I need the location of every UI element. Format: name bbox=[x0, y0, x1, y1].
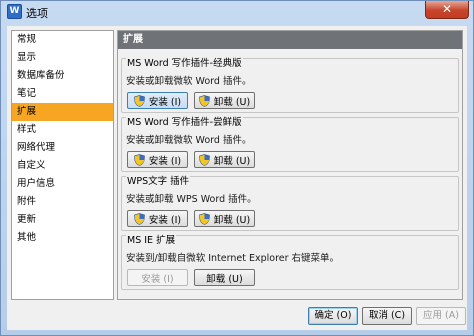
uac-shield-icon bbox=[198, 94, 210, 107]
install-label: 安装 (I) bbox=[148, 155, 182, 167]
group-description: 安装或卸载微软 Word 插件。 bbox=[126, 135, 252, 146]
sidebar-item-network-proxy[interactable]: 网络代理 bbox=[12, 139, 113, 157]
sidebar-item-user-info[interactable]: 用户信息 bbox=[12, 175, 113, 193]
sidebar-item-styles[interactable]: 样式 bbox=[12, 121, 113, 139]
install-button[interactable]: 安装 (I) bbox=[127, 92, 188, 109]
sidebar-item-attachments[interactable]: 附件 bbox=[12, 193, 113, 211]
sidebar-item-customize[interactable]: 自定义 bbox=[12, 157, 113, 175]
group-description: 安装到/卸载自微软 Internet Explorer 右键菜单。 bbox=[126, 253, 340, 264]
install-label: 安装 (I) bbox=[141, 273, 174, 285]
options-sidebar: 常规 显示 数据库备份 笔记 扩展 样式 网络代理 自定义 用户信息 附件 更新… bbox=[11, 30, 114, 300]
group-title: MS Word 写作插件-尝鲜版 bbox=[126, 117, 243, 128]
window-title: 选项 bbox=[26, 7, 48, 20]
group-title: MS IE 扩展 bbox=[126, 235, 177, 246]
group-ie: MS IE 扩展 安装到/卸载自微软 Internet Explorer 右键菜… bbox=[121, 235, 459, 290]
uninstall-button[interactable]: 卸载 (U) bbox=[194, 269, 255, 286]
group-word-preview: MS Word 写作插件-尝鲜版 安装或卸载微软 Word 插件。 安装 (I)… bbox=[121, 117, 459, 172]
sidebar-item-general[interactable]: 常规 bbox=[12, 31, 113, 49]
install-button[interactable]: 安装 (I) bbox=[127, 151, 188, 168]
app-icon: W bbox=[7, 4, 22, 19]
ok-button[interactable]: 确定 (O) bbox=[308, 307, 358, 325]
sidebar-item-extensions[interactable]: 扩展 bbox=[12, 103, 113, 121]
install-label: 安装 (I) bbox=[148, 96, 182, 108]
group-title: WPS文字 插件 bbox=[126, 176, 191, 187]
uac-shield-icon bbox=[198, 153, 210, 166]
sidebar-item-database-backup[interactable]: 数据库备份 bbox=[12, 67, 113, 85]
uac-shield-icon bbox=[134, 153, 145, 166]
group-word-classic: MS Word 写作插件-经典版 安装或卸载微软 Word 插件。 安装 (I)… bbox=[121, 58, 459, 113]
uninstall-label: 卸载 (U) bbox=[213, 96, 251, 108]
group-description: 安装或卸载微软 Word 插件。 bbox=[126, 76, 252, 87]
close-button[interactable]: ✕ bbox=[425, 1, 469, 19]
sidebar-item-other[interactable]: 其他 bbox=[12, 229, 113, 247]
uninstall-button[interactable]: 卸载 (U) bbox=[194, 92, 255, 109]
uninstall-label: 卸载 (U) bbox=[213, 155, 251, 167]
cancel-button[interactable]: 取消 (C) bbox=[362, 307, 412, 325]
install-button[interactable]: 安装 (I) bbox=[127, 210, 188, 227]
group-wps: WPS文字 插件 安装或卸载 WPS Word 插件。 安装 (I) 卸载 (U… bbox=[121, 176, 459, 231]
uac-shield-icon bbox=[198, 212, 210, 225]
group-description: 安装或卸载 WPS Word 插件。 bbox=[126, 194, 257, 205]
uninstall-button[interactable]: 卸载 (U) bbox=[194, 151, 255, 168]
apply-button[interactable]: 应用 (A) bbox=[416, 307, 466, 325]
uac-shield-icon bbox=[134, 94, 145, 107]
title-bar[interactable]: W 选项 ✕ bbox=[1, 1, 473, 23]
group-title: MS Word 写作插件-经典版 bbox=[126, 58, 243, 69]
extensions-panel: 扩展 MS Word 写作插件-经典版 安装或卸载微软 Word 插件。 安装 … bbox=[117, 30, 463, 300]
sidebar-item-display[interactable]: 显示 bbox=[12, 49, 113, 67]
options-dialog: W 选项 ✕ 常规 显示 数据库备份 笔记 扩展 样式 网络代理 自定义 用户信… bbox=[0, 0, 474, 336]
uac-shield-icon bbox=[134, 212, 145, 225]
dialog-body: 常规 显示 数据库备份 笔记 扩展 样式 网络代理 自定义 用户信息 附件 更新… bbox=[7, 26, 467, 330]
sidebar-item-updates[interactable]: 更新 bbox=[12, 211, 113, 229]
install-label: 安装 (I) bbox=[148, 214, 182, 226]
uninstall-button[interactable]: 卸载 (U) bbox=[194, 210, 255, 227]
sidebar-item-notes[interactable]: 笔记 bbox=[12, 85, 113, 103]
install-button[interactable]: 安装 (I) bbox=[127, 269, 188, 286]
panel-header: 扩展 bbox=[118, 31, 462, 49]
uninstall-label: 卸载 (U) bbox=[206, 273, 243, 285]
uninstall-label: 卸载 (U) bbox=[213, 214, 251, 226]
